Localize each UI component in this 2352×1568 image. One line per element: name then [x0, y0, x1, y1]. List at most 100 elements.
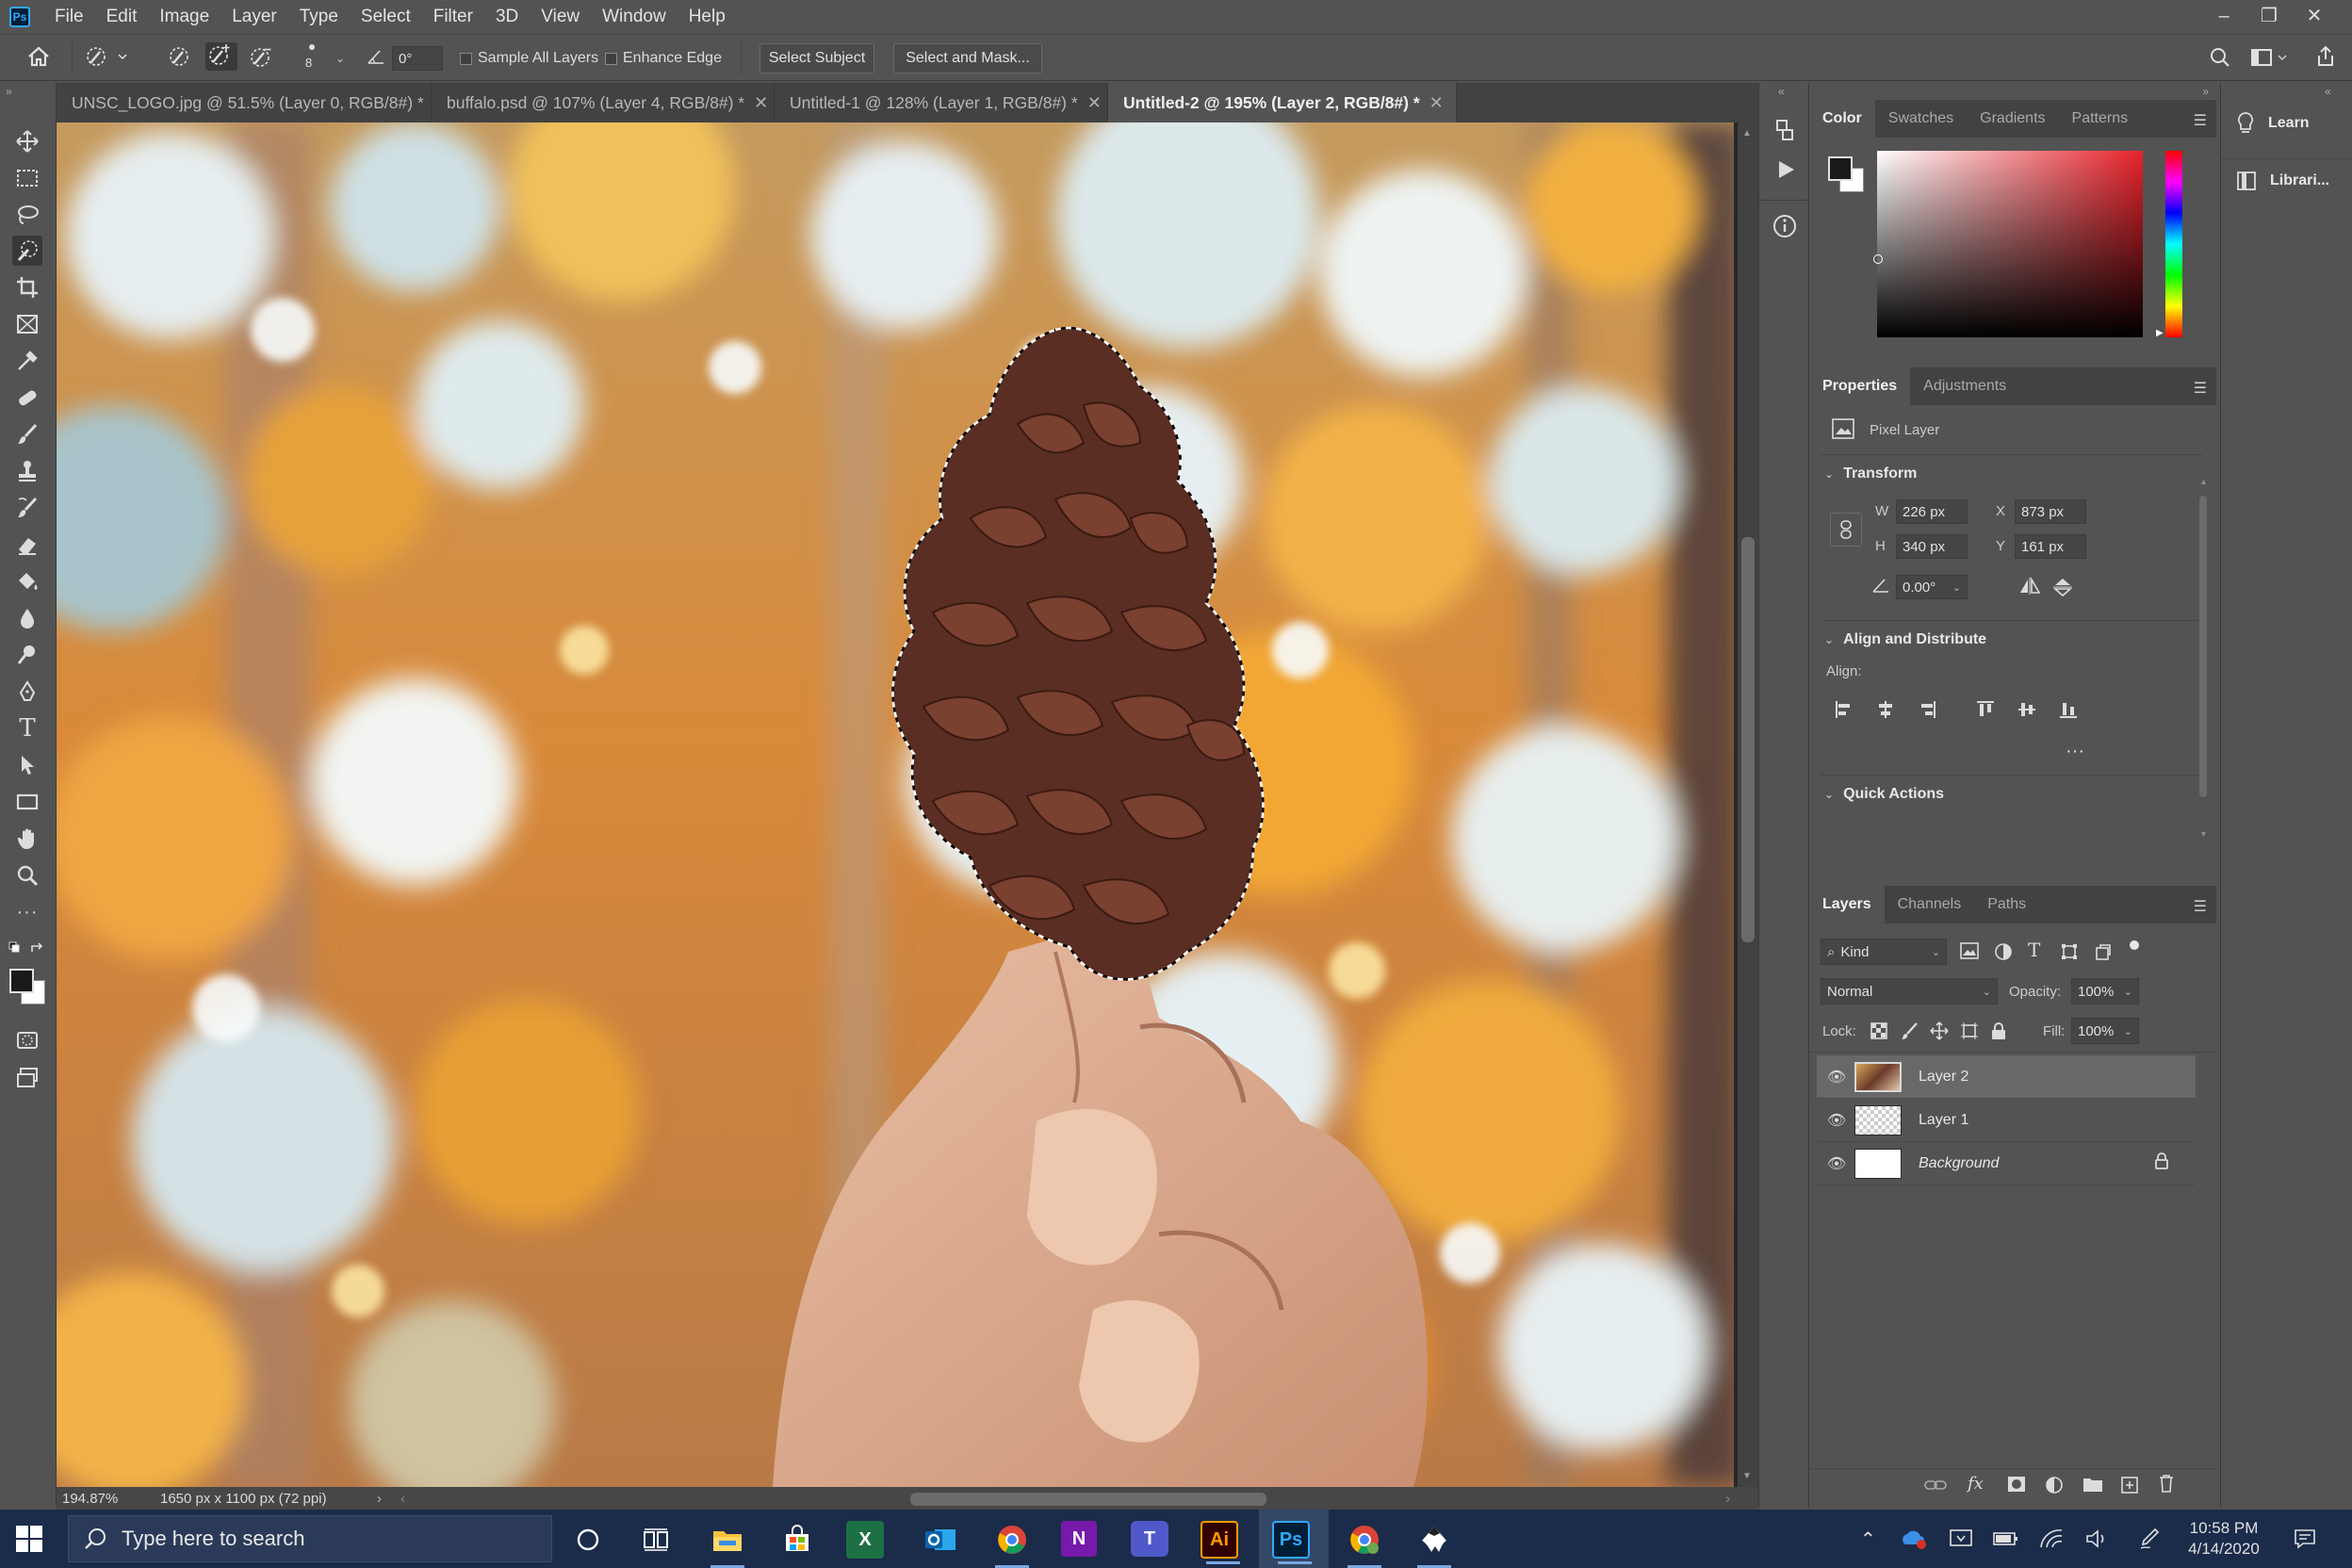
new-adjustment-layer-icon[interactable] — [2045, 1476, 2064, 1499]
hue-slider[interactable]: ▶ — [2156, 151, 2182, 338]
windows-start-icon[interactable] — [15, 1525, 43, 1558]
horizontal-scroll-thumb[interactable] — [910, 1493, 1266, 1506]
filter-adjustment-icon[interactable] — [1994, 942, 2013, 966]
tab-layers[interactable]: Layers — [1809, 886, 1885, 923]
blur-tool-icon[interactable] — [12, 603, 42, 633]
filter-toggle-icon[interactable] — [2130, 940, 2139, 950]
foreground-background-colors[interactable] — [8, 967, 49, 1008]
outlook-icon[interactable] — [920, 1519, 961, 1560]
flip-vertical-icon[interactable] — [2052, 577, 2073, 602]
scroll-down-icon[interactable]: ▼ — [2199, 829, 2208, 839]
close-icon[interactable]: ✕ — [2292, 0, 2337, 34]
filter-shape-icon[interactable] — [2060, 942, 2079, 966]
width-input[interactable]: 226 px — [1896, 499, 1968, 524]
menu-help[interactable]: Help — [678, 0, 737, 34]
add-mask-icon[interactable] — [2007, 1476, 2026, 1497]
more-tools-icon[interactable]: ··· — [12, 897, 42, 927]
frame-tool-icon[interactable] — [12, 309, 42, 339]
crop-tool-icon[interactable] — [12, 272, 42, 302]
onenote-icon[interactable]: N — [1061, 1521, 1097, 1557]
lock-all-icon[interactable] — [1990, 1021, 2007, 1045]
panel-menu-icon[interactable]: ☰ — [2194, 111, 2207, 130]
photoshop-logo-icon[interactable]: Ps — [9, 7, 30, 27]
history-brush-tool-icon[interactable] — [12, 493, 42, 523]
tab-buffalo[interactable]: buffalo.psd @ 107% (Layer 4, RGB/8#) * ✕ — [432, 83, 775, 122]
menu-type[interactable]: Type — [288, 0, 350, 34]
menu-window[interactable]: Window — [591, 0, 678, 34]
filter-pixel-icon[interactable] — [1960, 942, 1979, 964]
tab-properties[interactable]: Properties — [1809, 368, 1911, 405]
action-center-icon[interactable] — [2294, 1510, 2316, 1568]
close-tab-icon[interactable]: ✕ — [1429, 93, 1444, 113]
visibility-eye-icon[interactable]: 👁 — [1822, 1111, 1851, 1130]
healing-brush-tool-icon[interactable] — [12, 383, 42, 413]
collapse-toolbar-icon[interactable]: » — [6, 85, 12, 98]
expand-panels-icon[interactable]: « — [1778, 85, 1785, 98]
hand-tool-icon[interactable] — [12, 824, 42, 854]
align-right-edges-icon[interactable] — [1917, 699, 1937, 725]
vertical-scrollbar[interactable]: ▲ ▼ — [1738, 122, 1758, 1487]
zoom-level[interactable]: 194.87% — [62, 1491, 160, 1507]
file-explorer-icon[interactable] — [707, 1519, 748, 1568]
new-group-icon[interactable] — [2082, 1476, 2103, 1497]
align-vertical-centers-icon[interactable] — [2017, 699, 2037, 725]
transform-section-header[interactable]: ⌄ Transform — [1824, 466, 1917, 482]
link-dimensions-icon[interactable] — [1830, 513, 1862, 547]
photoshop-icon[interactable]: Ps — [1272, 1521, 1312, 1564]
illustrator-icon[interactable]: Ai — [1200, 1521, 1240, 1564]
tab-patterns[interactable]: Patterns — [2059, 100, 2142, 138]
tab-channels[interactable]: Channels — [1885, 886, 1975, 923]
pen-workspace-icon[interactable] — [2139, 1510, 2160, 1568]
battery-icon[interactable] — [1992, 1510, 2018, 1568]
marquee-tool-icon[interactable] — [12, 163, 42, 193]
checkbox-box[interactable] — [605, 52, 617, 65]
layer-row-background[interactable]: 👁 Background — [1817, 1142, 2196, 1185]
visibility-eye-icon[interactable]: 👁 — [1822, 1068, 1851, 1086]
pen-tool-icon[interactable] — [12, 677, 42, 707]
link-layers-icon[interactable] — [1924, 1478, 1947, 1497]
enhance-edge-checkbox[interactable]: Enhance Edge — [605, 50, 722, 67]
hue-slider-handle-icon[interactable]: ▶ — [2156, 328, 2164, 338]
cortana-icon[interactable] — [567, 1519, 609, 1560]
rotation-input[interactable]: 0.00° ⌄ — [1896, 575, 1968, 599]
fill-input[interactable]: 100% ⌄ — [2071, 1018, 2139, 1044]
panel-menu-icon[interactable]: ☰ — [2194, 379, 2207, 398]
new-selection-icon[interactable] — [166, 44, 194, 74]
hscroll-left-icon[interactable]: ‹ — [400, 1491, 405, 1507]
y-input[interactable]: 161 px — [2015, 534, 2086, 559]
clock[interactable]: 10:58 PM 4/14/2020 — [2177, 1510, 2271, 1568]
checkbox-box[interactable] — [460, 52, 472, 65]
learn-panel-button[interactable]: Learn — [2221, 102, 2352, 145]
panel-menu-icon[interactable]: ☰ — [2194, 897, 2207, 916]
color-picker-cursor[interactable] — [1873, 254, 1883, 264]
menu-layer[interactable]: Layer — [220, 0, 288, 34]
minimize-icon[interactable]: – — [2201, 0, 2246, 34]
lock-image-pixels-icon[interactable] — [1900, 1021, 1919, 1045]
collapse-panels-icon[interactable]: » — [2202, 85, 2209, 98]
eraser-tool-icon[interactable] — [12, 530, 42, 560]
tab-gradients[interactable]: Gradients — [1967, 100, 2058, 138]
info-panel-icon[interactable] — [1772, 213, 1798, 244]
opacity-input[interactable]: 100% ⌄ — [2071, 978, 2139, 1004]
tab-color[interactable]: Color — [1809, 100, 1875, 138]
angle-input[interactable]: 0° — [392, 46, 443, 71]
lock-position-icon[interactable] — [1930, 1021, 1949, 1045]
path-selection-tool-icon[interactable] — [12, 750, 42, 780]
color-panel-swatches[interactable] — [1826, 155, 1868, 196]
select-and-mask-button[interactable]: Select and Mask... — [893, 43, 1042, 74]
layer-row-layer-1[interactable]: 👁 Layer 1 — [1817, 1099, 2196, 1142]
move-tool-icon[interactable] — [12, 126, 42, 156]
visibility-eye-icon[interactable]: 👁 — [1822, 1154, 1851, 1173]
more-options-icon[interactable]: ··· — [2066, 741, 2084, 762]
add-to-selection-icon[interactable] — [205, 42, 237, 71]
scroll-down-icon[interactable]: ▼ — [1742, 1471, 1752, 1481]
teams-icon[interactable]: T — [1131, 1521, 1168, 1557]
menu-image[interactable]: Image — [148, 0, 220, 34]
hscroll-right-icon[interactable]: › — [1725, 1491, 1730, 1507]
color-field[interactable] — [1873, 151, 2143, 337]
menu-filter[interactable]: Filter — [422, 0, 484, 34]
screen-mode-icon[interactable] — [12, 1063, 42, 1093]
new-layer-icon[interactable] — [2120, 1476, 2139, 1499]
volume-icon[interactable] — [2084, 1510, 2109, 1568]
store-icon[interactable] — [776, 1519, 818, 1560]
